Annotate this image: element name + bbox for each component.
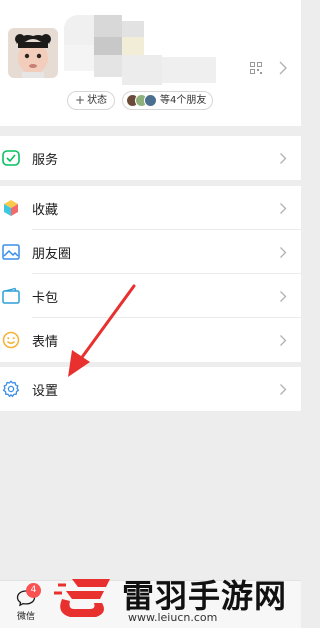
- avatar[interactable]: [8, 28, 58, 78]
- qr-code-icon[interactable]: [250, 62, 262, 74]
- card-wallet-icon: [2, 287, 20, 304]
- menu-item-favorites[interactable]: 收藏: [0, 186, 301, 230]
- friends-status-pill[interactable]: 等4个朋友: [122, 91, 214, 110]
- menu-item-cards[interactable]: 卡包: [0, 274, 301, 318]
- unread-badge: 4: [26, 583, 41, 598]
- chevron-right-icon: [280, 153, 287, 164]
- status-label: 状态: [87, 95, 108, 106]
- chevron-right-icon: [280, 203, 287, 214]
- menu-group-settings: 设置: [0, 367, 301, 411]
- status-button[interactable]: + 状态: [67, 91, 116, 110]
- menu-item-settings[interactable]: 设置: [0, 367, 301, 411]
- smiley-icon: [2, 331, 20, 349]
- menu-group-services: 服务: [0, 136, 301, 180]
- menu-label: 朋友圈: [32, 246, 72, 262]
- menu-item-stickers[interactable]: 表情: [0, 318, 301, 362]
- menu-label: 卡包: [32, 290, 59, 306]
- friends-status-label: 等4个朋友: [160, 95, 207, 106]
- menu-label: 服务: [32, 152, 59, 168]
- menu-item-services[interactable]: 服务: [0, 136, 301, 180]
- services-icon: [2, 150, 20, 166]
- menu-group-content: 收藏 朋友圈 卡包 表情: [0, 186, 301, 362]
- chevron-right-icon: [280, 335, 287, 346]
- chevron-right-icon: [280, 247, 287, 258]
- plus-icon: +: [75, 93, 86, 107]
- menu-label: 设置: [32, 383, 59, 399]
- blurred-nickname: [64, 15, 216, 85]
- favorites-cube-icon: [4, 200, 18, 216]
- tab-wechat[interactable]: 微信: [6, 589, 46, 627]
- chevron-right-icon: [280, 384, 287, 395]
- menu-item-moments[interactable]: 朋友圈: [0, 230, 301, 274]
- profile-header[interactable]: + 状态 等4个朋友: [0, 0, 301, 126]
- gear-icon: [2, 380, 20, 398]
- watermark-logo-icon: [54, 579, 110, 617]
- chevron-right-icon[interactable]: [278, 60, 288, 76]
- moments-image-icon: [2, 244, 20, 260]
- tab-label: 微信: [16, 612, 35, 622]
- menu-label: 表情: [32, 334, 59, 350]
- watermark: 雷羽手游网 www.leiucn.com: [50, 565, 301, 628]
- watermark-url: www.leiucn.com: [128, 611, 218, 624]
- menu-label: 收藏: [32, 202, 59, 218]
- friend-avatar: [144, 94, 157, 107]
- chevron-right-icon: [280, 291, 287, 302]
